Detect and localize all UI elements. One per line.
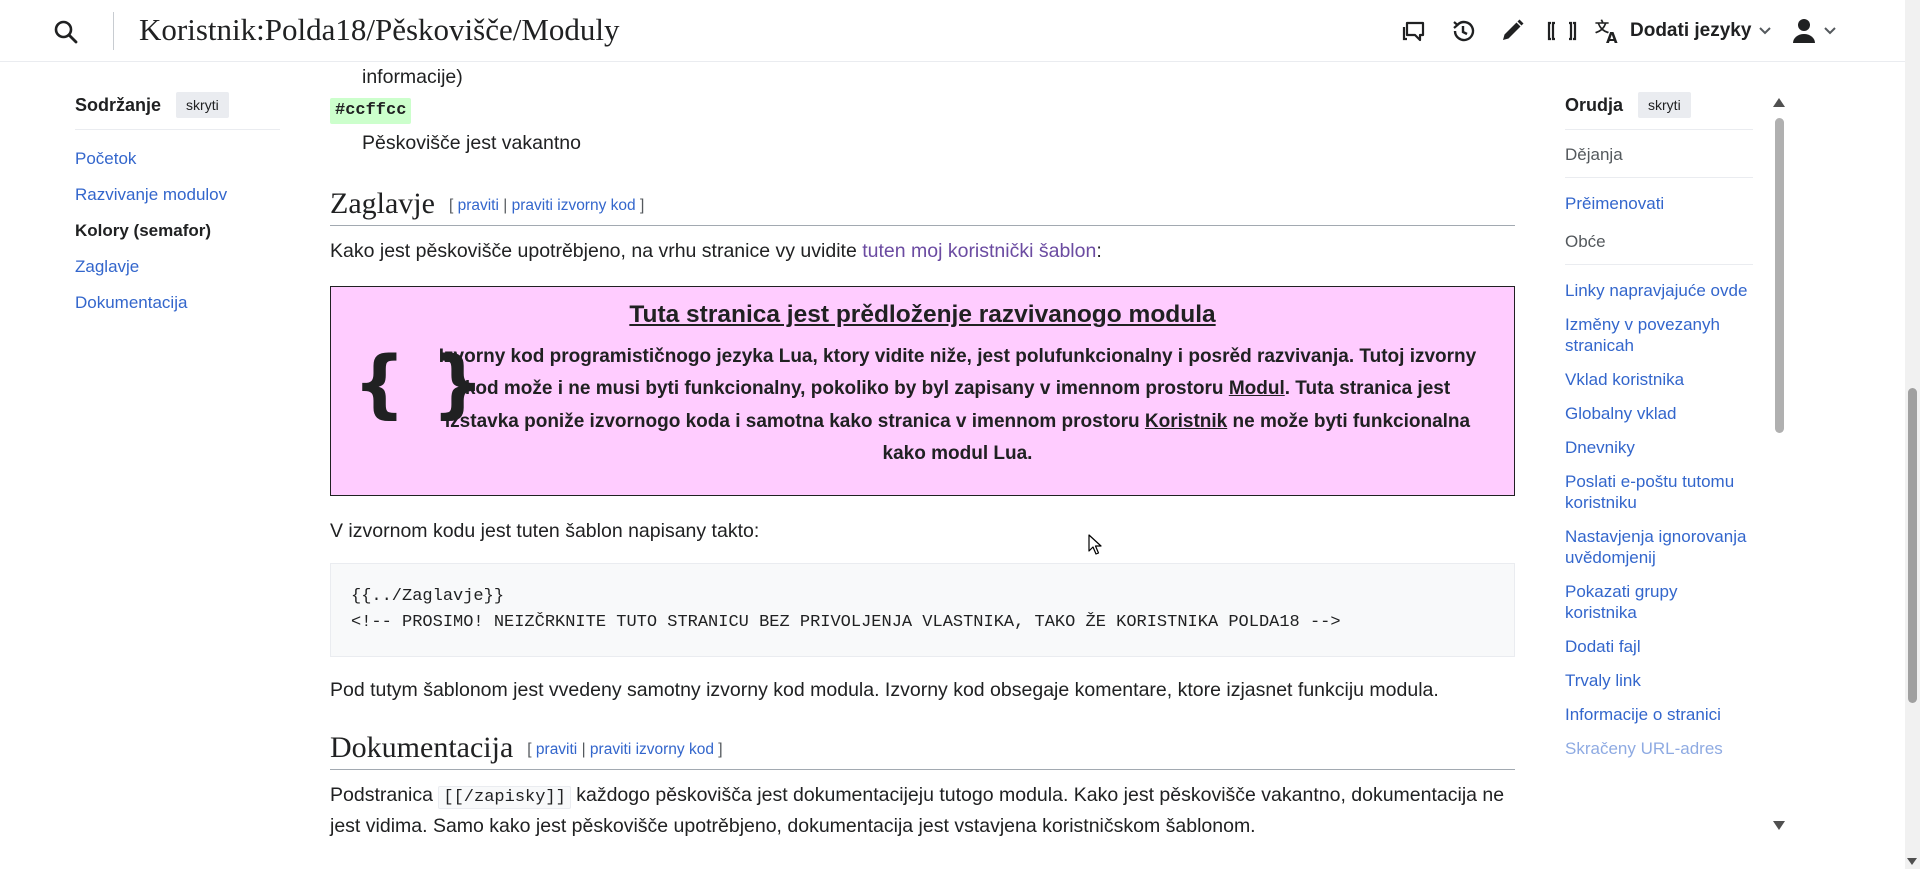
chevron-down-icon xyxy=(1824,27,1836,35)
language-icon: 文A xyxy=(1595,19,1618,45)
tool-mute-preferences[interactable]: Nastavjenja ignorovanja uvědomjenij xyxy=(1565,526,1753,568)
tool-logs[interactable]: Dnevniky xyxy=(1565,437,1753,458)
language-button[interactable]: 文A Dodati jezyky xyxy=(1594,16,1779,46)
search-icon[interactable] xyxy=(52,18,80,46)
tool-upload-file[interactable]: Dodati fajl xyxy=(1565,636,1753,657)
source-intro-paragraph: V izvornom kodu jest tuten šablon napisa… xyxy=(330,519,760,542)
actions-heading: Dějanja xyxy=(1565,145,1753,178)
tool-global-contributions[interactable]: Globalny vklad xyxy=(1565,403,1753,424)
chevron-down-icon xyxy=(1759,27,1772,35)
tool-page-information[interactable]: Informacije o stranici xyxy=(1565,704,1753,725)
notice-heading: Tuta stranica jest prědloženje razvivano… xyxy=(629,300,1216,328)
modul-link[interactable]: Modul xyxy=(1229,378,1285,399)
toc-item-dokumentacija[interactable]: Dokumentacija xyxy=(75,293,280,329)
history-icon[interactable] xyxy=(1449,17,1479,47)
notice-text: Izvorny kod programističnogo jezyka Lua,… xyxy=(438,345,1477,465)
toc-item-kolory[interactable]: Kolory (semafor) xyxy=(75,221,280,257)
toc-item-zaglavje[interactable]: Zaglavje xyxy=(75,257,280,293)
tool-rename[interactable]: Prěimenovati xyxy=(1565,193,1753,214)
intro-paragraph: Kako jest pěskovišče upotrěbjeno, na vrh… xyxy=(330,240,1102,263)
edit-icon[interactable] xyxy=(1498,17,1528,47)
user-icon xyxy=(1793,19,1815,43)
wikidata-icon[interactable] xyxy=(1547,17,1577,47)
tools-heading: Orudja xyxy=(1565,94,1624,115)
section-heading-dokumentacija: Dokumentacija[ praviti | praviti izvorny… xyxy=(330,728,1515,770)
page-title: Koristnik:Polda18/Pěskovišče/Moduly xyxy=(139,12,620,47)
scroll-up-arrow-icon[interactable] xyxy=(1773,98,1785,107)
page-header: Koristnik:Polda18/Pěskovišče/Moduly 文A D… xyxy=(0,0,1905,62)
window-scrollbar[interactable] xyxy=(1905,0,1920,869)
scroll-down-arrow-icon[interactable] xyxy=(1773,821,1785,830)
edit-link[interactable]: praviti xyxy=(536,741,577,758)
tool-permanent-link[interactable]: Trvaly link xyxy=(1565,670,1753,691)
subpage-code: [[/zapisky]] xyxy=(438,785,571,809)
section-heading-zaglavje: Zaglavje[ praviti | praviti izvorny kod … xyxy=(330,184,1515,227)
toc-heading: Sodržanje xyxy=(75,94,162,115)
color-swatch: #ccffcc xyxy=(330,98,412,125)
mouse-cursor-icon xyxy=(1088,534,1102,555)
toc-item-razvivanje-modulov[interactable]: Razvivanje modulov xyxy=(75,185,280,221)
window-scroll-down-icon[interactable] xyxy=(1907,858,1917,865)
general-heading: Obće xyxy=(1565,232,1753,265)
tools-panel: Orudja skryti Dějanja Prěimenovati Obće … xyxy=(1565,92,1753,759)
header-divider xyxy=(113,12,114,50)
window-scrollbar-thumb[interactable] xyxy=(1908,388,1917,703)
tool-related-changes[interactable]: Izměny v povezanyh stranicah xyxy=(1565,314,1753,356)
tool-user-contributions[interactable]: Vklad koristnika xyxy=(1565,369,1753,390)
language-label: Dodati jezyky xyxy=(1630,20,1752,41)
tools-scrollbar[interactable] xyxy=(1772,98,1786,830)
section-edit-links: [ praviti | praviti izvorny kod ] xyxy=(448,197,645,215)
tools-hide-button[interactable]: skryti xyxy=(1638,92,1691,118)
after-code-paragraph: Pod tutym šablonom jest vvedeny samotny … xyxy=(330,678,1439,701)
user-menu-button[interactable] xyxy=(1790,16,1836,46)
svg-text:A: A xyxy=(1606,29,1618,45)
talk-icon[interactable] xyxy=(1400,17,1430,47)
toc-hide-button[interactable]: skryti xyxy=(176,92,229,118)
section-edit-links: [ praviti | praviti izvorny kod ] xyxy=(527,740,723,758)
text-fragment: informacije) xyxy=(362,66,463,88)
tools-scrollbar-thumb[interactable] xyxy=(1775,118,1784,433)
tool-what-links-here[interactable]: Linky napravjajuće ovde xyxy=(1565,280,1753,301)
tool-short-url[interactable]: Skračeny URL-adres xyxy=(1565,738,1753,759)
tool-email-user[interactable]: Poslati e-poštu tutomu koristniku xyxy=(1565,471,1753,513)
documentation-paragraph: Podstranica [[/zapisky]] každogo pěskovi… xyxy=(330,783,1505,838)
vacant-text: Pěskovišče jest vakantno xyxy=(362,132,581,155)
table-of-contents: Sodržanje skryti Početok Razvivanje modu… xyxy=(75,92,280,329)
tool-user-groups[interactable]: Pokazati grupy koristnika xyxy=(1565,581,1753,623)
toc-item-pocetok[interactable]: Početok xyxy=(75,149,280,185)
edit-source-link[interactable]: praviti izvorny kod xyxy=(590,741,714,758)
code-block: {{../Zaglavje}} <!-- PROSIMO! NEIZČRKNITE… xyxy=(330,562,1515,657)
notice-box: Tuta stranica jest prědloženje razvivano… xyxy=(330,285,1515,496)
koristnik-link[interactable]: Koristnik xyxy=(1145,411,1227,432)
edit-link[interactable]: praviti xyxy=(458,197,499,214)
template-link[interactable]: tuten moj koristnički šablon xyxy=(862,240,1096,262)
edit-source-link[interactable]: praviti izvorny kod xyxy=(512,197,636,214)
main-content: informacije) #ccffcc Pěskovišče jest vak… xyxy=(330,62,1515,852)
